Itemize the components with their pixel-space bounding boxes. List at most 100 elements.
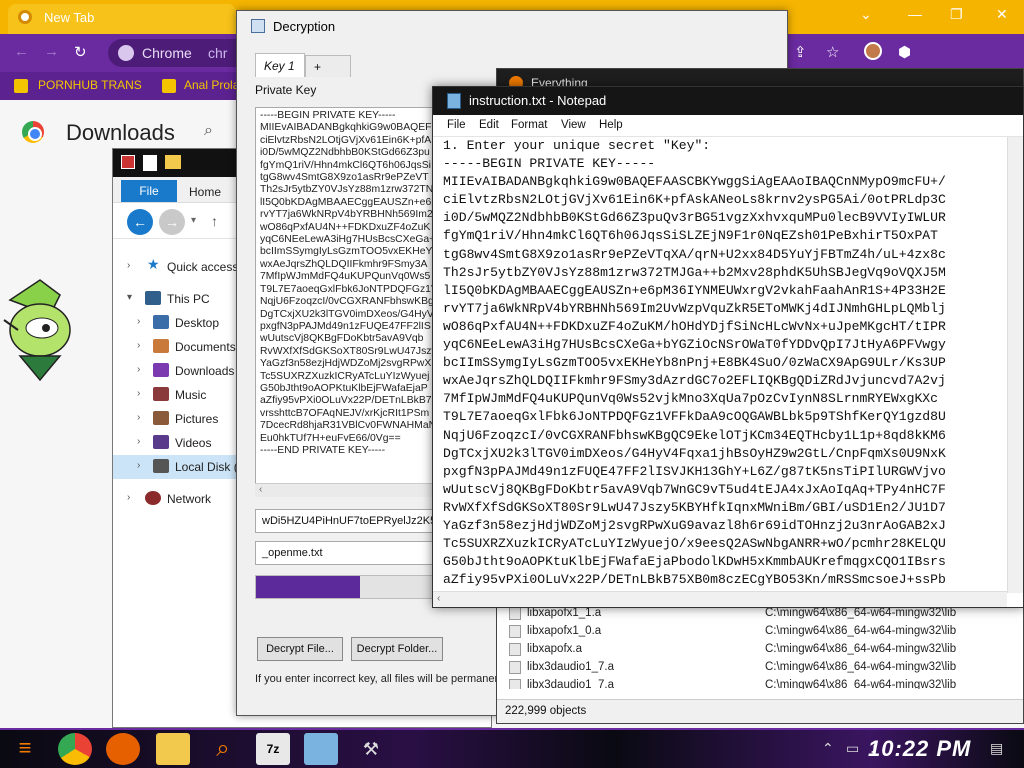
status-bar: 222,999 objects	[497, 699, 1023, 723]
back-arrow-icon[interactable]: ←	[127, 209, 153, 235]
menu-help[interactable]: Help	[599, 119, 623, 131]
7zip-taskbar-icon[interactable]: 7z	[256, 733, 290, 765]
star-icon: ★	[147, 256, 160, 272]
chevron-down-icon[interactable]: ▾	[191, 215, 196, 226]
list-item[interactable]: libxapofx1_0.a C:\mingw64\x86_64-w64-min…	[509, 623, 1021, 641]
decrypt-folder-button[interactable]: Decrypt Folder...	[351, 637, 443, 661]
list-item[interactable]: libx3daudio1_7.a C:\mingw64\x86_64-w64-m…	[509, 677, 1021, 689]
document-icon	[143, 155, 157, 171]
scroll-left-icon[interactable]: ‹	[437, 593, 440, 604]
tab-key-1[interactable]: Key 1	[255, 53, 305, 77]
chevron-right-icon[interactable]: ›	[137, 436, 140, 447]
tree-item-label: Network	[167, 492, 212, 506]
up-arrow-icon[interactable]: ↑	[211, 213, 218, 229]
menu-edit[interactable]: Edit	[479, 119, 499, 131]
file-explorer-taskbar-icon[interactable]	[156, 733, 190, 765]
share-icon[interactable]: ⇪	[794, 43, 807, 61]
file-name: libx3daudio1_7.a	[527, 679, 614, 689]
window-title: instruction.txt - Notepad	[469, 93, 607, 108]
file-name: libxapofx1_1.a	[527, 607, 602, 619]
progress-bar-fill	[256, 576, 360, 598]
firefox-taskbar-icon[interactable]	[106, 733, 140, 765]
bookmark-star-icon[interactable]: ☆	[826, 43, 839, 61]
file-icon	[509, 643, 521, 656]
cartoon-character-image	[3, 279, 71, 382]
ribbon-tab-home[interactable]: Home	[189, 185, 221, 199]
tree-item-label: Local Disk (	[175, 460, 238, 474]
list-item[interactable]: libxapofx.a C:\mingw64\x86_64-w64-mingw3…	[509, 641, 1021, 659]
decrypt-file-button[interactable]: Decrypt File...	[257, 637, 343, 661]
network-tray-icon[interactable]: ▭	[846, 740, 859, 757]
omnibox-text: Chrome	[142, 45, 192, 61]
folder-icon	[153, 339, 169, 353]
chevron-right-icon[interactable]: ›	[137, 412, 140, 423]
folder-icon	[153, 315, 169, 329]
network-icon	[145, 491, 161, 505]
file-icon	[509, 625, 521, 638]
chevron-right-icon[interactable]: ›	[137, 388, 140, 399]
chevron-right-icon[interactable]: ›	[137, 364, 140, 375]
tree-item-label: Videos	[175, 436, 212, 450]
tree-item-label: Desktop	[175, 316, 220, 330]
chrome-tab-favicon-icon	[18, 10, 32, 24]
page-title: Downloads	[66, 120, 175, 145]
folder-icon	[165, 155, 181, 169]
chevron-right-icon[interactable]: ›	[137, 460, 140, 471]
file-name: libxapofx1_0.a	[527, 625, 602, 637]
omnibox-text-overflow: chr	[208, 45, 228, 61]
chevron-up-icon[interactable]: ⌃	[822, 740, 834, 757]
tree-item-label: Downloads	[175, 364, 235, 378]
warning-text: If you enter incorrect key, all files wi…	[255, 673, 499, 685]
close-icon[interactable]: ✕	[996, 6, 1008, 23]
vertical-scrollbar[interactable]	[1007, 137, 1023, 593]
file-icon	[509, 607, 521, 620]
reload-icon[interactable]: ↻	[74, 43, 87, 61]
chrome-tab[interactable]	[8, 4, 236, 34]
tool-taskbar-icon[interactable]: ⚒	[354, 733, 388, 765]
tree-item-label: Quick access	[167, 260, 239, 274]
forward-arrow-icon[interactable]: →	[159, 209, 185, 235]
bookmark-favicon-icon	[162, 79, 176, 93]
menu-file[interactable]: File	[447, 119, 466, 131]
chrome-taskbar-icon[interactable]	[58, 733, 92, 765]
list-item[interactable]: libx3daudio1_7.a C:\mingw64\x86_64-w64-m…	[509, 659, 1021, 677]
chevron-right-icon[interactable]: ›	[137, 340, 140, 351]
disk-icon	[153, 459, 169, 473]
tree-item-label: Pictures	[175, 412, 219, 426]
extensions-puzzle-icon[interactable]: ⬢	[898, 43, 911, 61]
search-taskbar-icon[interactable]: ⌕	[206, 733, 240, 765]
chrome-logo-icon	[22, 121, 44, 143]
minimize-icon[interactable]: —	[908, 6, 922, 22]
pictures-folder-icon	[153, 411, 169, 425]
clock[interactable]: 10:22 PM	[868, 736, 971, 762]
ribbon-tab-file[interactable]: File	[121, 180, 177, 202]
chrome-logo-icon	[118, 45, 134, 61]
chevron-right-icon[interactable]: ›	[137, 316, 140, 327]
notifications-icon[interactable]: ▤	[990, 740, 1003, 757]
horizontal-scrollbar[interactable]: ‹	[433, 591, 1007, 607]
bookmark-item[interactable]: Anal Prola	[184, 78, 239, 92]
computer-icon	[145, 291, 161, 305]
back-arrow-icon[interactable]: ←	[14, 43, 29, 60]
file-path: C:\mingw64\x86_64-w64-mingw32\lib	[765, 661, 957, 673]
profile-avatar[interactable]	[864, 42, 882, 60]
notepad-text-area[interactable]: 1. Enter your unique secret "Key": -----…	[443, 137, 1009, 593]
bookmark-favicon-icon	[14, 79, 28, 93]
menu-view[interactable]: View	[561, 119, 586, 131]
private-key-text: -----BEGIN PRIVATE KEY----- MIIEvAIBADAN…	[260, 110, 438, 456]
start-menu-icon[interactable]: ≡	[10, 734, 40, 762]
notepad-window: instruction.txt - Notepad File Edit Form…	[432, 86, 1024, 608]
search-icon[interactable]: ⌕	[204, 122, 213, 140]
scroll-left-icon[interactable]: ‹	[259, 484, 262, 495]
app-icon	[121, 155, 135, 169]
chevron-right-icon[interactable]: ›	[127, 492, 130, 503]
bookmark-item[interactable]: PORNHUB TRANS	[38, 78, 142, 92]
chevron-down-icon[interactable]: ▾	[127, 292, 132, 303]
tab-add-key[interactable]: +	[305, 55, 351, 77]
forward-arrow-icon[interactable]: →	[44, 43, 59, 60]
notepad-taskbar-icon[interactable]	[304, 733, 338, 765]
restore-icon[interactable]: ❐	[950, 6, 963, 23]
menu-format[interactable]: Format	[511, 119, 547, 131]
chevron-down-icon[interactable]: ⌄	[860, 6, 872, 23]
chevron-right-icon[interactable]: ›	[127, 260, 130, 271]
